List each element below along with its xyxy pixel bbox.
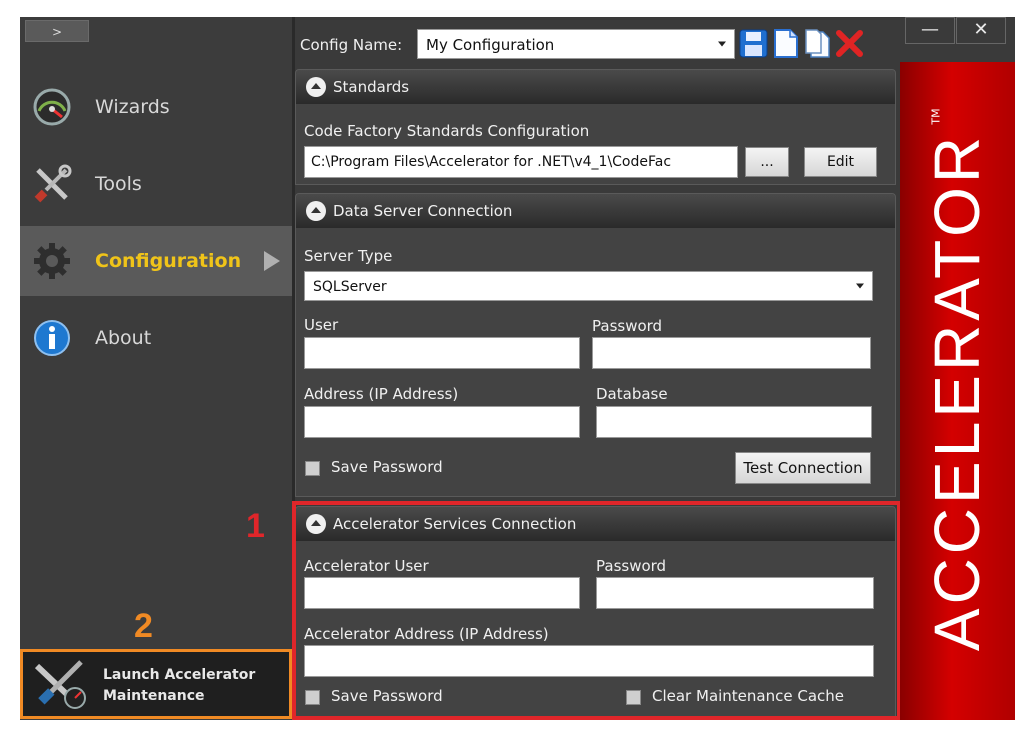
save-password-label: Save Password	[331, 458, 443, 476]
chevron-right-icon	[264, 251, 280, 271]
copy-document-icon[interactable]	[803, 29, 832, 58]
standards-section-header[interactable]: Standards	[296, 70, 895, 104]
collapse-icon[interactable]	[306, 201, 326, 221]
sidebar-item-label: Wizards	[95, 96, 170, 118]
delete-icon[interactable]	[835, 29, 864, 58]
user-label: User	[304, 316, 339, 334]
gear-icon	[34, 243, 70, 279]
launch-maintenance-button[interactable]: Launch Accelerator Maintenance	[20, 649, 292, 719]
close-button[interactable]: ✕	[956, 17, 1006, 44]
collapse-icon[interactable]	[306, 77, 326, 97]
chevron-down-icon	[856, 283, 864, 289]
save-icon[interactable]	[739, 29, 768, 58]
password-input[interactable]	[592, 337, 871, 369]
sidebar-item-wizards[interactable]: Wizards	[20, 72, 292, 142]
config-name-select[interactable]: My Configuration	[417, 29, 735, 59]
annotation-number-2: 2	[134, 607, 153, 645]
user-input[interactable]	[304, 337, 580, 369]
sidebar-item-label: Configuration	[95, 250, 242, 272]
config-name-label: Config Name:	[300, 36, 403, 54]
address-input[interactable]	[304, 406, 580, 438]
standards-path-input[interactable]: C:\Program Files\Accelerator for .NET\v4…	[304, 146, 738, 178]
app-window: > Wizards Tools Configuration About 2 La…	[20, 17, 1015, 720]
sidebar-item-configuration[interactable]: Configuration	[20, 226, 292, 296]
sidebar-item-label: Tools	[95, 173, 142, 195]
database-input[interactable]	[596, 406, 872, 438]
password-label: Password	[592, 317, 663, 335]
browse-button[interactable]: ...	[745, 147, 789, 177]
standards-section: Standards Code Factory Standards Configu…	[295, 69, 896, 185]
server-type-label: Server Type	[304, 247, 393, 265]
annotation-number-1: 1	[246, 507, 265, 545]
save-password-checkbox[interactable]	[305, 461, 320, 476]
address-label: Address (IP Address)	[304, 385, 459, 403]
data-server-section-header[interactable]: Data Server Connection	[296, 194, 895, 228]
database-label: Database	[596, 385, 668, 403]
server-type-select[interactable]: SQLServer	[304, 271, 873, 301]
new-document-icon[interactable]	[771, 29, 800, 58]
annotation-highlight-box	[292, 501, 901, 720]
standards-config-label: Code Factory Standards Configuration	[304, 122, 590, 140]
sidebar-item-tools[interactable]: Tools	[20, 149, 292, 219]
expand-sidebar-button[interactable]: >	[25, 20, 89, 42]
info-icon	[34, 320, 70, 356]
tools-icon	[34, 164, 72, 203]
sidebar: > Wizards Tools Configuration About 2 La…	[20, 17, 292, 720]
brand-panel: TM ACCELERATOR	[900, 62, 1015, 720]
data-server-section: Data Server Connection Server Type SQLSe…	[295, 193, 896, 497]
test-connection-button[interactable]: Test Connection	[735, 452, 871, 484]
brand-logo: ACCELERATOR	[921, 132, 993, 652]
speedometer-icon	[33, 88, 71, 126]
edit-button[interactable]: Edit	[804, 147, 877, 177]
launch-maintenance-label: Launch Accelerator Maintenance	[103, 667, 256, 704]
trademark-label: TM	[929, 108, 943, 125]
data-server-section-title: Data Server Connection	[333, 202, 513, 220]
chevron-down-icon	[718, 41, 726, 47]
sidebar-item-label: About	[95, 327, 152, 349]
minimize-button[interactable]: —	[905, 17, 955, 44]
sidebar-item-about[interactable]: About	[20, 303, 292, 373]
standards-section-title: Standards	[333, 78, 410, 96]
maintenance-tools-icon	[34, 660, 86, 709]
